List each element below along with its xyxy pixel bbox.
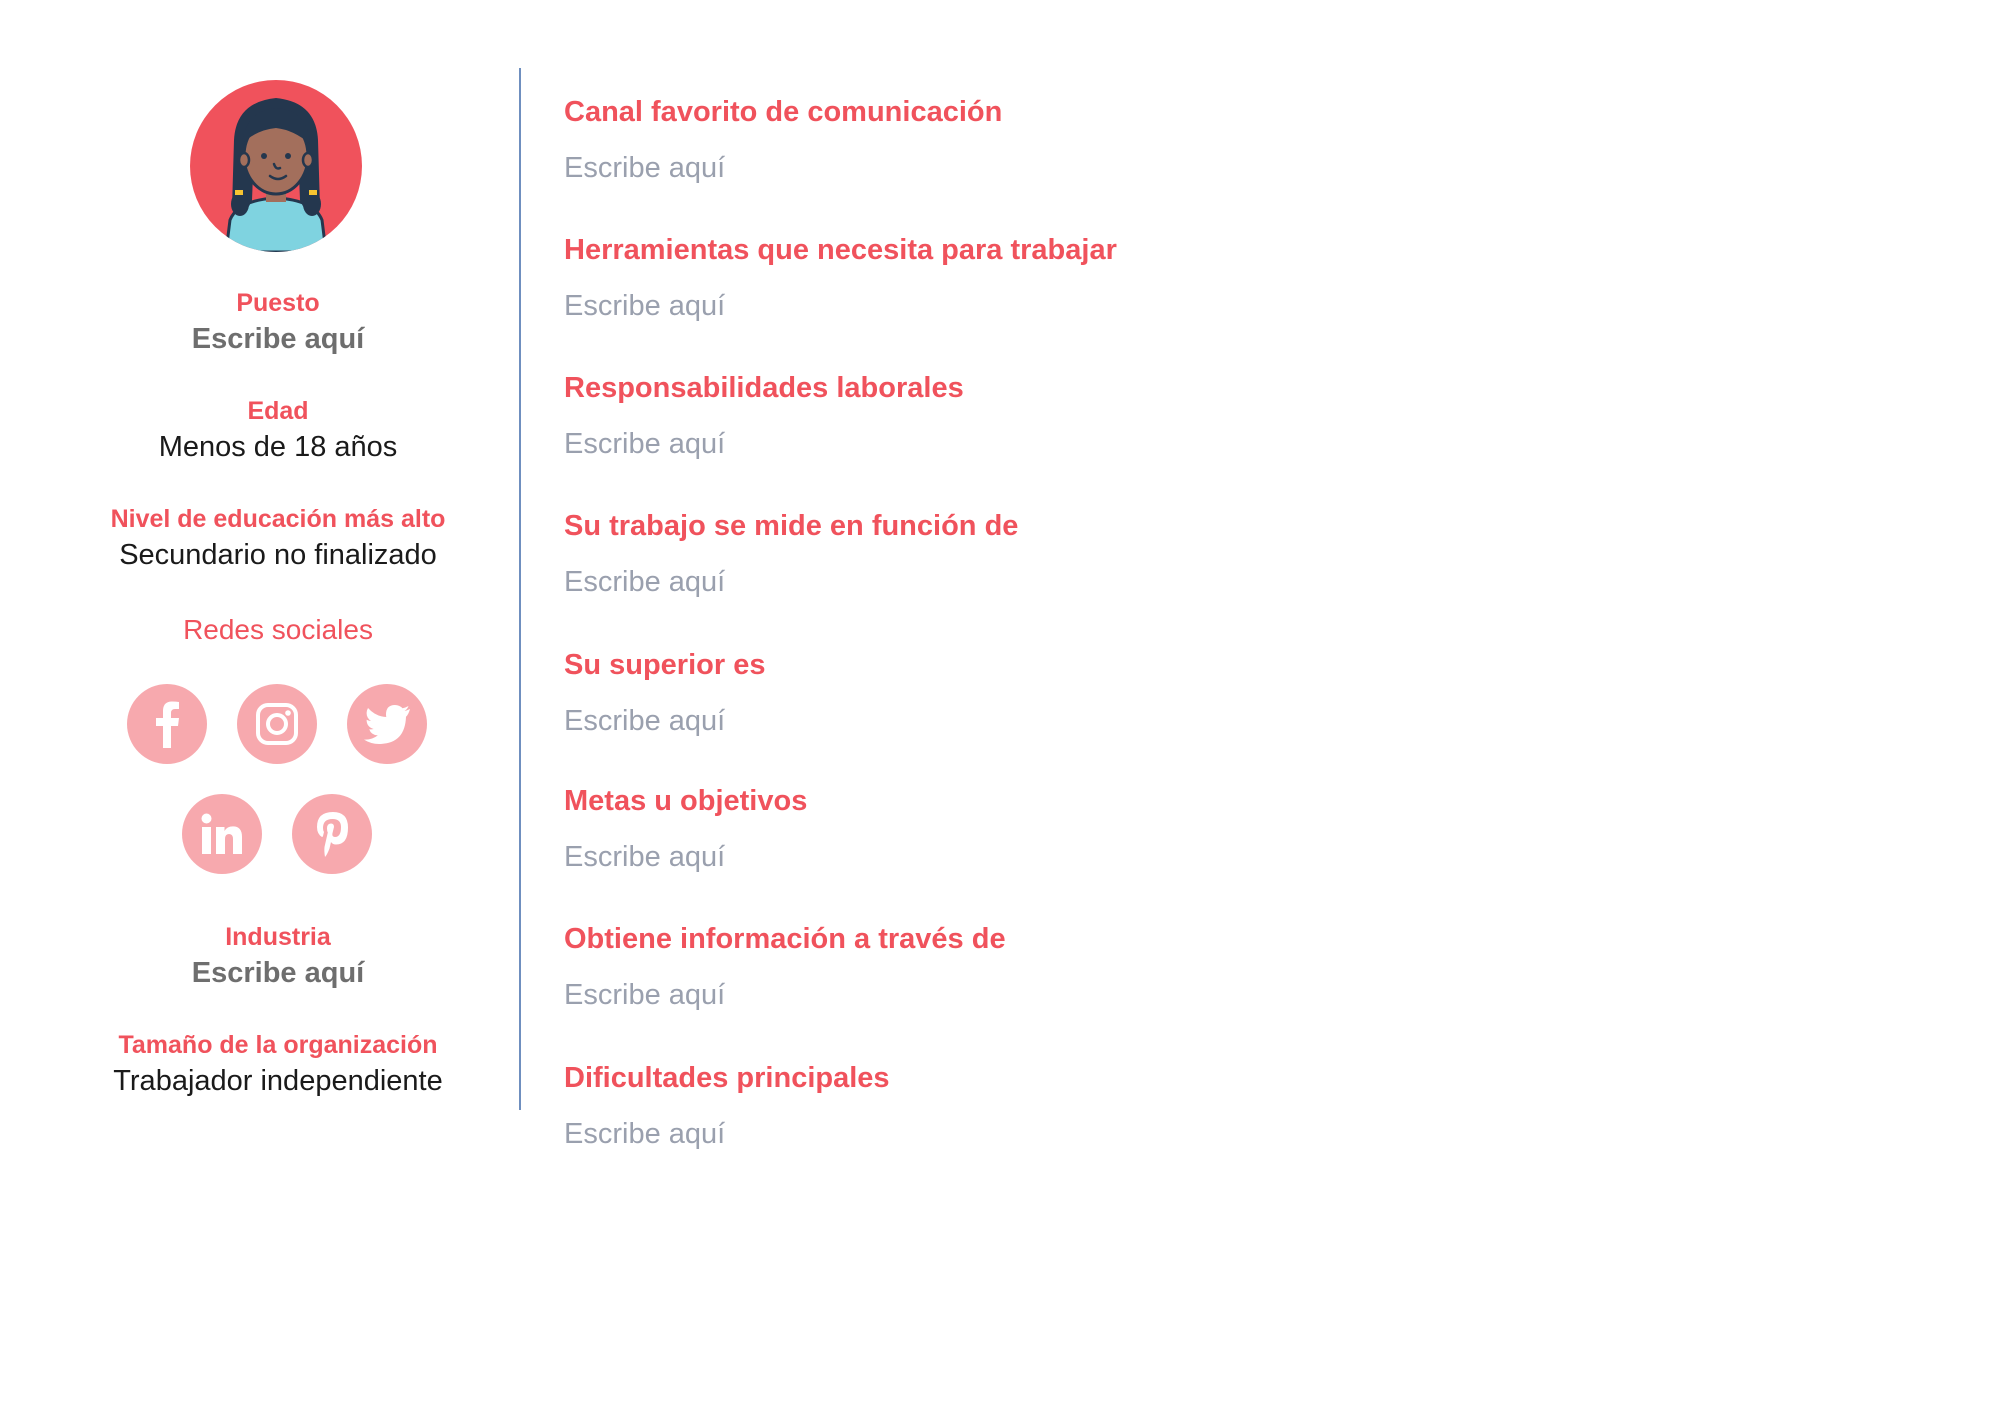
redes-sociales-heading: Redes sociales <box>183 614 373 645</box>
field-label: Canal favorito de comunicación <box>564 96 1003 128</box>
field-label: Metas u objetivos <box>564 785 808 817</box>
field-input[interactable]: Escribe aquí <box>564 564 1864 600</box>
field-label: Responsabilidades laborales <box>564 372 964 404</box>
educacion-label: Nivel de educación más alto <box>110 505 446 533</box>
tamano-label: Tamaño de la organización <box>118 1031 438 1059</box>
avatar-illustration-icon <box>190 80 362 252</box>
field-dificultades: Dificultades principales Escribe aquí <box>564 1060 1864 1152</box>
field-superior: Su superior es Escribe aquí <box>564 647 1864 739</box>
educacion-block: Nivel de educación más alto Secundario n… <box>0 502 556 574</box>
field-input[interactable]: Escribe aquí <box>564 1116 1864 1152</box>
field-input[interactable]: Escribe aquí <box>564 977 1864 1013</box>
field-label: Su trabajo se mide en función de <box>564 510 1019 542</box>
educacion-value[interactable]: Secundario no finalizado <box>0 536 556 574</box>
field-input[interactable]: Escribe aquí <box>564 288 1864 324</box>
instagram-icon[interactable] <box>237 684 317 764</box>
puesto-block: Puesto Escribe aquí <box>0 286 556 358</box>
field-herramientas: Herramientas que necesita para trabajar … <box>564 232 1864 324</box>
field-input[interactable]: Escribe aquí <box>564 839 1864 875</box>
field-responsabilidades: Responsabilidades laborales Escribe aquí <box>564 370 1864 462</box>
puesto-value[interactable]: Escribe aquí <box>0 320 556 358</box>
field-label: Obtiene información a través de <box>564 923 1006 955</box>
facebook-icon[interactable] <box>127 684 207 764</box>
field-input[interactable]: Escribe aquí <box>564 703 1864 739</box>
edad-label: Edad <box>247 397 309 425</box>
tamano-block: Tamaño de la organización Trabajador ind… <box>0 1028 556 1100</box>
field-input[interactable]: Escribe aquí <box>564 150 1864 186</box>
edad-value[interactable]: Menos de 18 años <box>0 428 556 466</box>
field-label: Dificultades principales <box>564 1062 890 1094</box>
pinterest-icon[interactable] <box>292 794 372 874</box>
industria-value[interactable]: Escribe aquí <box>0 954 556 992</box>
tamano-value[interactable]: Trabajador independiente <box>0 1062 556 1100</box>
linkedin-icon[interactable] <box>182 794 262 874</box>
field-label: Herramientas que necesita para trabajar <box>564 234 1117 266</box>
field-metas: Metas u objetivos Escribe aquí <box>564 783 1864 875</box>
persona-sidebar: Puesto Escribe aquí Edad Menos de 18 año… <box>0 0 520 1413</box>
industria-label: Industria <box>225 923 331 951</box>
edad-block: Edad Menos de 18 años <box>0 394 556 466</box>
field-canal-favorito: Canal favorito de comunicación Escribe a… <box>564 94 1864 186</box>
puesto-label: Puesto <box>236 289 320 317</box>
field-trabajo-mide: Su trabajo se mide en función de Escribe… <box>564 508 1864 600</box>
field-input[interactable]: Escribe aquí <box>564 426 1864 462</box>
twitter-icon[interactable] <box>347 684 427 764</box>
persona-avatar <box>190 80 362 252</box>
industria-block: Industria Escribe aquí <box>0 920 556 992</box>
field-label: Su superior es <box>564 649 766 681</box>
field-informacion: Obtiene información a través de Escribe … <box>564 921 1864 1013</box>
column-divider <box>519 68 521 1110</box>
